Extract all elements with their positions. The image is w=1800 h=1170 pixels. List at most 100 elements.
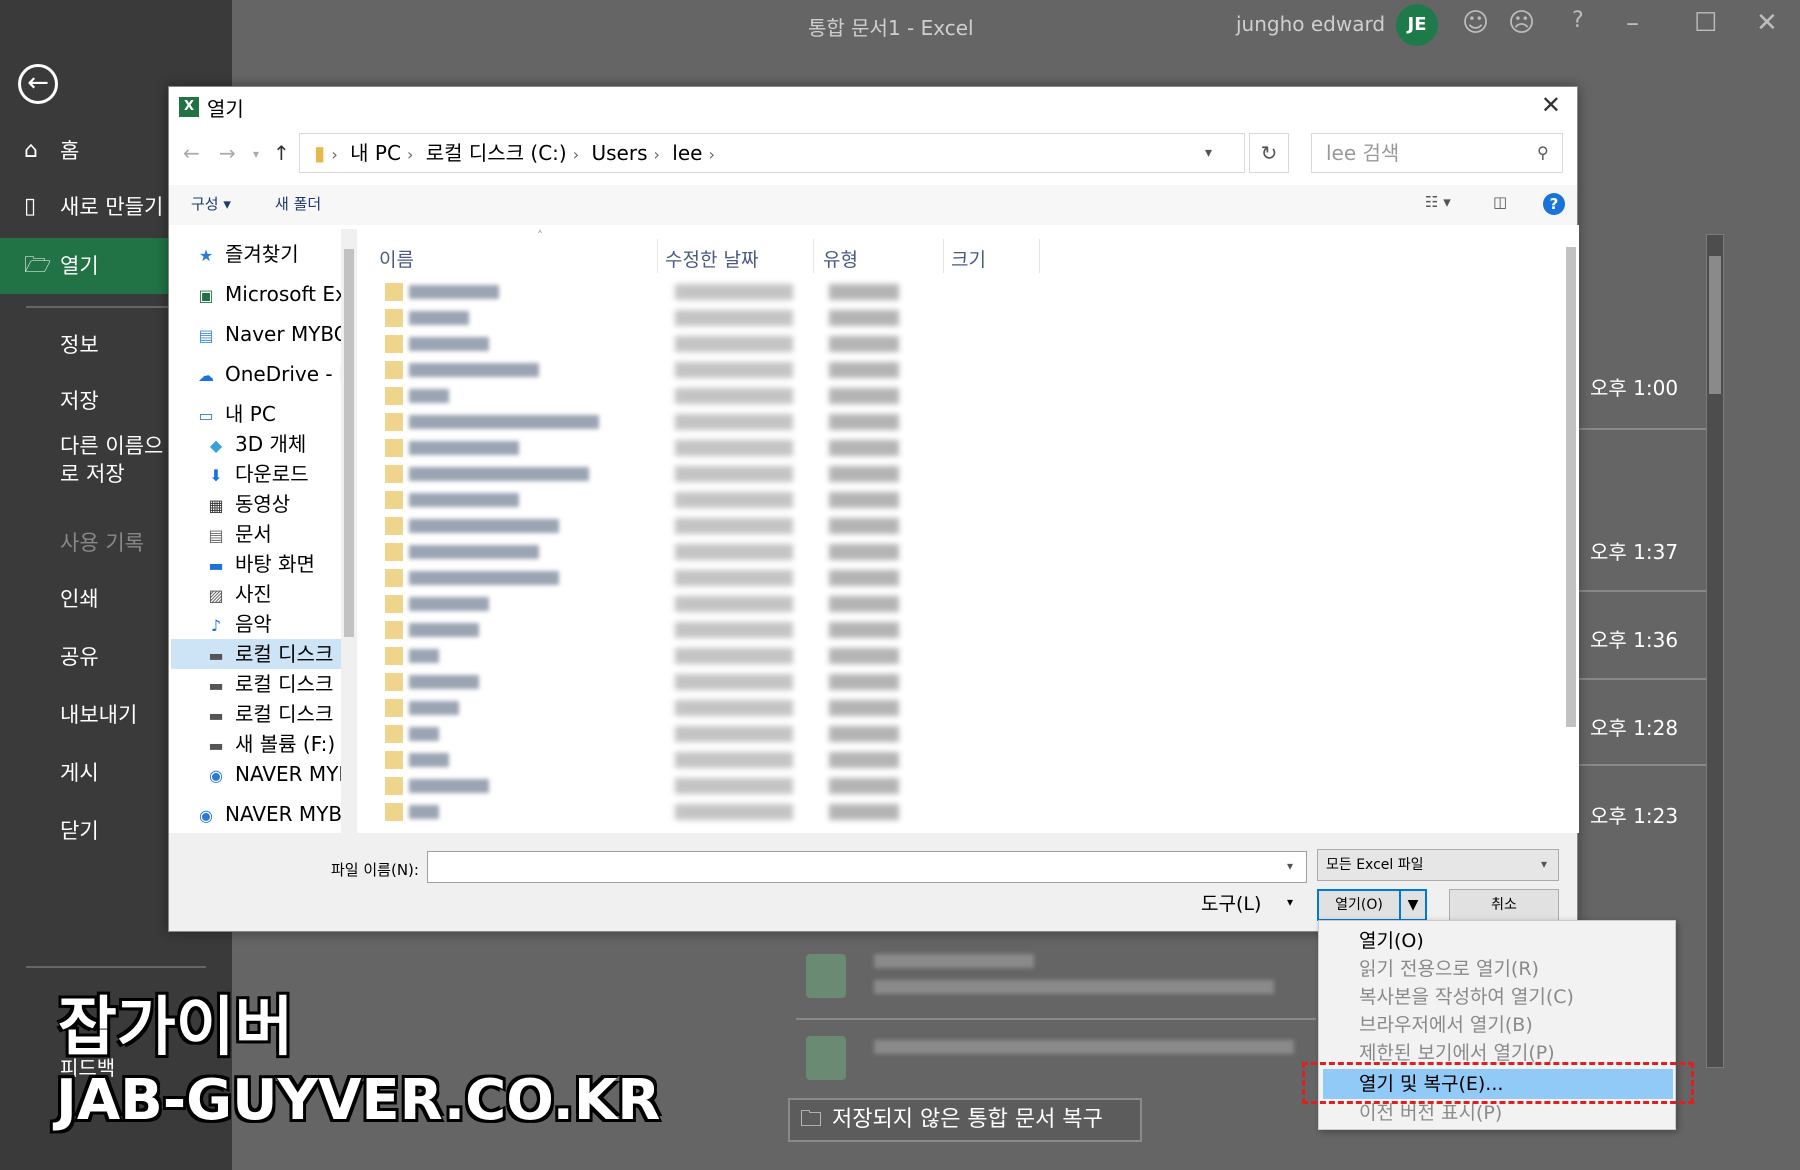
file-row[interactable] xyxy=(375,437,899,459)
nav-favorites[interactable]: ★ 즐겨찾기 xyxy=(195,239,299,269)
drive-icon: ▬ xyxy=(208,736,224,755)
nav-local-disk[interactable]: ▬ 로컬 디스크 xyxy=(205,699,333,729)
nav-naver-mybox[interactable]: ▤ Naver MYBO xyxy=(195,319,349,349)
nav-3d-objects[interactable]: ◆ 3D 개체 xyxy=(205,429,306,459)
file-row[interactable] xyxy=(375,619,899,641)
file-row[interactable] xyxy=(375,281,899,303)
nav-save-as-label: 다른 이름으로 저장 xyxy=(60,434,164,486)
file-row[interactable] xyxy=(375,775,899,797)
address-bar[interactable]: ▮ › 내 PC › 로컬 디스크 (C:) › Users › lee › xyxy=(299,133,1245,173)
blurred-file-name xyxy=(409,363,539,377)
file-row[interactable] xyxy=(375,645,899,667)
file-row[interactable] xyxy=(375,307,899,329)
search-input[interactable]: lee 검색 xyxy=(1311,133,1563,173)
back-arrow-icon[interactable]: ← xyxy=(18,64,58,104)
column-name[interactable]: 이름 xyxy=(379,245,414,272)
nav-onedrive[interactable]: ☁ OneDrive - P xyxy=(195,359,351,389)
up-icon[interactable]: ↑ xyxy=(273,141,290,165)
chevron-down-icon[interactable]: ▾ xyxy=(1287,859,1293,873)
column-size[interactable]: 크기 xyxy=(951,245,986,272)
minimize-icon[interactable]: – xyxy=(1626,8,1639,38)
nav-microsoft-excel[interactable]: ▣ Microsoft Ex xyxy=(195,279,346,309)
recover-unsaved-button[interactable]: 🗀 저장되지 않은 통합 문서 복구 xyxy=(788,1098,1142,1142)
nav-scrollbar-thumb[interactable] xyxy=(344,249,354,637)
file-row[interactable] xyxy=(375,333,899,355)
forward-icon[interactable]: → xyxy=(219,141,236,165)
avatar[interactable]: JE xyxy=(1396,4,1438,46)
breadcrumb-users[interactable]: Users xyxy=(592,141,648,165)
file-row[interactable] xyxy=(375,541,899,563)
column-date[interactable]: 수정한 날짜 xyxy=(665,245,758,272)
tools-button[interactable]: 도구(L) xyxy=(1201,889,1261,916)
nav-videos[interactable]: ▦ 동영상 xyxy=(205,489,290,519)
nav-downloads[interactable]: ⬇ 다운로드 xyxy=(205,459,308,489)
list-scrollbar-thumb[interactable] xyxy=(1566,247,1576,727)
nav-history-label: 사용 기록 xyxy=(60,531,144,555)
recent-file[interactable] xyxy=(806,950,1306,998)
menu-open-read-only[interactable]: 읽기 전용으로 열기(R) xyxy=(1359,955,1539,983)
nav-desktop[interactable]: ▬ 바탕 화면 xyxy=(205,549,315,579)
file-row[interactable] xyxy=(375,567,899,589)
nav-new-volume-f[interactable]: ▬ 새 볼륨 (F:) xyxy=(205,729,335,759)
file-name-input[interactable] xyxy=(427,851,1307,883)
file-row[interactable] xyxy=(375,385,899,407)
file-row[interactable] xyxy=(375,359,899,381)
chevron-down-icon[interactable]: ▾ xyxy=(1287,895,1293,909)
search-icon[interactable]: ⚲ xyxy=(1537,143,1549,162)
breadcrumb-c-drive[interactable]: 로컬 디스크 (C:) xyxy=(426,141,567,165)
nav-local-disk[interactable]: ▬ 로컬 디스크 xyxy=(205,669,333,699)
file-row[interactable] xyxy=(375,723,899,745)
menu-open[interactable]: 열기(O) xyxy=(1359,927,1424,955)
nav-music[interactable]: ♪ 음악 xyxy=(205,609,272,639)
nav-pictures[interactable]: ▨ 사진 xyxy=(205,579,271,609)
scrollbar-thumb[interactable] xyxy=(1709,256,1721,394)
menu-open-in-browser[interactable]: 브라우저에서 열기(B) xyxy=(1359,1011,1533,1039)
column-divider[interactable] xyxy=(943,239,944,273)
organize-button[interactable]: 구성 ▾ xyxy=(191,193,231,214)
open-options-dropdown-icon[interactable]: ▼ xyxy=(1399,889,1427,921)
file-row[interactable] xyxy=(375,697,899,719)
view-options-icon[interactable]: ☷ ▾ xyxy=(1425,193,1451,211)
file-row[interactable] xyxy=(375,749,899,771)
smile-icon[interactable]: ☺ xyxy=(1462,8,1489,38)
nav-naver-mybox-root[interactable]: ◉ NAVER MYB( xyxy=(195,799,350,829)
recent-dropdown-icon[interactable]: ▾ xyxy=(253,147,259,161)
file-row[interactable] xyxy=(375,489,899,511)
chevron-down-icon[interactable]: ▾ xyxy=(1541,857,1547,871)
frown-icon[interactable]: ☹ xyxy=(1508,8,1535,38)
column-type[interactable]: 유형 xyxy=(823,245,858,272)
blurred-date xyxy=(675,648,793,664)
close-icon[interactable]: ✕ xyxy=(1541,91,1561,119)
chevron-down-icon[interactable]: ▾ xyxy=(1205,145,1212,161)
column-divider[interactable] xyxy=(813,239,814,273)
file-type-select[interactable]: 모든 Excel 파일 xyxy=(1317,849,1559,881)
nav-documents[interactable]: ▤ 문서 xyxy=(205,519,271,549)
help-icon[interactable]: ? xyxy=(1543,193,1565,215)
refresh-icon[interactable]: ↻ xyxy=(1249,133,1289,173)
file-row[interactable] xyxy=(375,593,899,615)
close-icon[interactable]: ✕ xyxy=(1756,8,1778,38)
menu-open-as-copy[interactable]: 복사본을 작성하여 열기(C) xyxy=(1359,983,1574,1011)
file-row[interactable] xyxy=(375,801,899,823)
file-row[interactable] xyxy=(375,515,899,537)
nav-naver-mybox-drive[interactable]: ◉ NAVER MYE xyxy=(205,759,351,789)
nav-this-pc[interactable]: ▭ 내 PC xyxy=(195,399,275,429)
column-divider[interactable] xyxy=(1039,239,1040,273)
back-icon[interactable]: ← xyxy=(183,141,200,165)
file-row[interactable] xyxy=(375,411,899,433)
nav-save-as[interactable]: 다른 이름으로 저장 xyxy=(0,432,180,492)
breadcrumb-pc[interactable]: 내 PC xyxy=(350,141,401,165)
new-folder-button[interactable]: 새 폴더 xyxy=(275,193,321,214)
maximize-icon[interactable]: ☐ xyxy=(1694,8,1717,38)
file-row[interactable] xyxy=(375,463,899,485)
recent-file[interactable] xyxy=(806,1032,1306,1080)
breadcrumb-lee[interactable]: lee xyxy=(672,141,702,165)
nav-local-disk-c[interactable]: ▬ 로컬 디스크 xyxy=(171,639,341,669)
help-icon[interactable]: ? xyxy=(1572,8,1584,33)
preview-pane-icon[interactable]: ◫ xyxy=(1493,193,1507,211)
file-row[interactable] xyxy=(375,671,899,693)
open-button[interactable]: 열기(O) xyxy=(1317,889,1401,921)
cancel-button[interactable]: 취소 xyxy=(1449,889,1559,921)
dialog-toolbar: 구성 ▾ 새 폴더 ☷ ▾ ◫ xyxy=(169,185,1577,225)
column-divider[interactable] xyxy=(657,239,658,273)
